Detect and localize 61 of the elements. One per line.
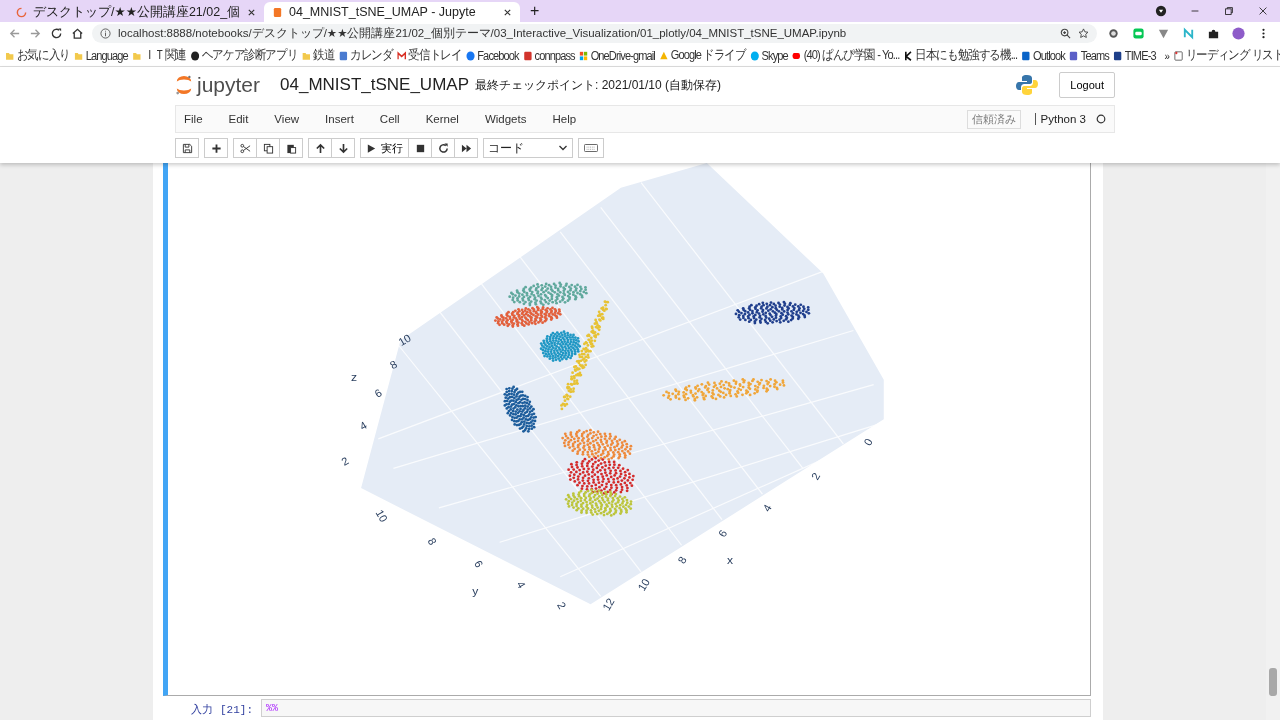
- jupyter-logo[interactable]: jupyter: [175, 73, 261, 97]
- axis-tick: 2: [554, 599, 569, 611]
- axis-tick: 10: [396, 331, 413, 348]
- axis-tick: 2: [339, 454, 351, 468]
- browser-tab[interactable]: 04_MNIST_tSNE_UMAP - Jupyte: [264, 2, 520, 22]
- menu-item[interactable]: File: [184, 113, 203, 125]
- menu-item[interactable]: View: [274, 113, 300, 125]
- bookmark[interactable]: TIME-3: [1113, 48, 1156, 63]
- kernel-name: Python 3: [1034, 113, 1086, 125]
- bookmark[interactable]: 受信トレイ: [396, 47, 462, 64]
- axis-tick: 10: [635, 576, 653, 593]
- axis-tick: 4: [357, 418, 369, 433]
- axis-tick: 8: [425, 535, 440, 547]
- menu-item[interactable]: Widgets: [484, 113, 527, 125]
- axis-title: x: [727, 553, 734, 567]
- bookmark[interactable]: 鉄道: [301, 47, 335, 64]
- bookmark[interactable]: Google ドライブ: [659, 47, 746, 64]
- menu-item[interactable]: Kernel: [425, 113, 459, 125]
- reading-list-button[interactable]: リーディング リスト: [1174, 47, 1280, 64]
- menu-item[interactable]: Help: [552, 113, 577, 125]
- menu-item[interactable]: Edit: [228, 113, 249, 125]
- bookmark[interactable]: Skype: [750, 48, 788, 63]
- axis-tick: 6: [472, 558, 486, 570]
- axis-tick: 2: [808, 470, 823, 482]
- bookmark[interactable]: ＩＴ関連: [132, 47, 186, 64]
- bookmark[interactable]: 日本にも勉強する機...: [903, 47, 1018, 64]
- bookmark[interactable]: connpass: [523, 48, 575, 63]
- axis-tick: 8: [675, 554, 689, 566]
- axis-tick: 4: [760, 502, 774, 514]
- logout-button[interactable]: Logout: [1059, 72, 1115, 98]
- notebook-title[interactable]: 04_MNIST_tSNE_UMAP: [280, 75, 469, 95]
- cell-type-select[interactable]: コード: [483, 138, 573, 158]
- menu-item[interactable]: Insert: [325, 113, 354, 125]
- bookmark[interactable]: Outlook: [1021, 48, 1065, 63]
- axis-tick: 10: [373, 507, 391, 524]
- address-bar[interactable]: localhost:8888/notebooks/デスクトップ/★★公開講座21/02_個別テーマ/03_Interactive_Visualization/01_plotly/04_MNIST_tSNE_UMAP.ipynb: [92, 24, 1097, 43]
- bookmark[interactable]: お気に入り: [5, 47, 70, 64]
- axis-tick: 4: [514, 579, 529, 591]
- input-prompt: 入力 [21]:: [190, 703, 253, 717]
- axis-title: z: [351, 369, 358, 384]
- axis-title: y: [472, 584, 479, 599]
- axis-tick: 6: [372, 386, 384, 400]
- run-button[interactable]: 実行: [360, 138, 409, 158]
- new-tab-button[interactable]: +: [530, 2, 540, 20]
- checkpoint-status: 最終チェックポイント: 2021/01/10 (自動保存): [475, 76, 722, 94]
- browser-tab[interactable]: デスクトップ/★★公開講座21/02_個: [8, 2, 264, 22]
- trusted-badge[interactable]: 信頼済み: [966, 109, 1021, 129]
- bookmark[interactable]: OneDrive-gmail: [579, 48, 655, 63]
- menu-item[interactable]: Cell: [379, 113, 400, 125]
- more-bookmarks-button[interactable]: »: [1164, 49, 1170, 62]
- bookmark[interactable]: Language: [74, 48, 128, 63]
- bookmark[interactable]: Teams: [1069, 48, 1109, 63]
- axis-tick: 6: [715, 527, 730, 539]
- bookmark[interactable]: ヘアケア診断アプリ: [190, 47, 298, 64]
- bookmark[interactable]: カレンダ: [338, 47, 393, 64]
- axis-tick: 12: [599, 596, 617, 613]
- bookmark[interactable]: Facebook: [465, 48, 519, 63]
- axis-tick: 8: [387, 357, 400, 372]
- bookmark[interactable]: (40) ぱんぴ学園 - Yo...: [792, 47, 900, 64]
- code-input[interactable]: %%: [261, 699, 1091, 717]
- axis-tick: 0: [861, 436, 875, 448]
